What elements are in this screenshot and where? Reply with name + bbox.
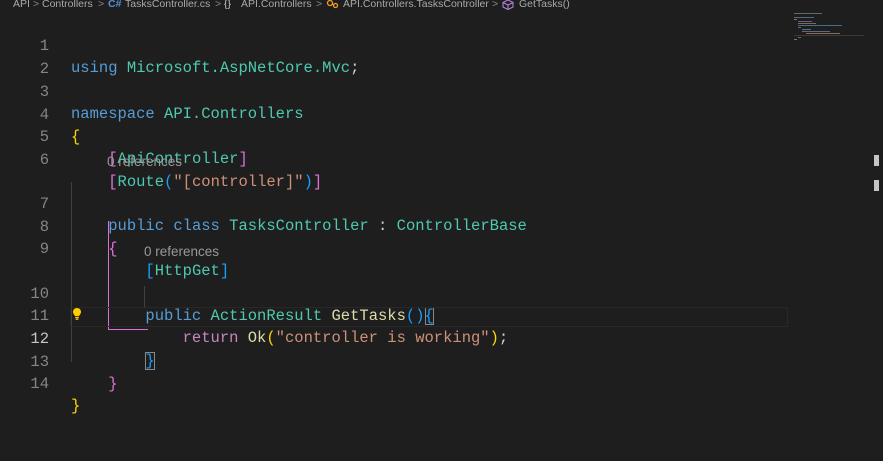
csharp-file-icon: C# [108,0,122,10]
breadcrumb-item-file[interactable]: TasksController.cs [125,0,210,10]
minimap-line [798,27,801,28]
class-icon [326,0,339,11]
chevron-right-icon: > [316,0,323,10]
minimap-line [794,19,797,20]
scrollbar-marker[interactable] [874,155,879,166]
code-token: } [108,375,118,393]
minimap-line [794,13,822,14]
minimap[interactable] [792,11,864,51]
code-token: { [108,240,118,258]
code-line: 7 public class TasksController : Control… [0,171,790,235]
minimap-line [802,29,811,30]
breadcrumb-item-method[interactable]: GetTasks() [519,0,570,10]
code-line: 3 namespace API.Controllers [0,59,790,123]
minimap-line [798,37,801,38]
namespace-braces-icon: {} [224,0,232,10]
minimap-line [798,23,816,24]
method-cube-icon [502,0,514,11]
breadcrumb-item-controllers[interactable]: Controllers [42,0,93,10]
breadcrumb-item-namespace[interactable]: API.Controllers [241,0,312,10]
code-line: 4 { [0,82,790,146]
code-line: 6 [Route("[controller]")] [0,127,790,191]
line-number: 6 [39,151,49,169]
code-line: 11 return Ok("controller is working"); [0,283,790,347]
minimap-line [806,33,840,34]
minimap-line [794,35,864,36]
code-line: 13 } [0,329,790,393]
line-number: 14 [30,375,49,393]
code-line: 8 { [0,194,790,258]
code-line: 12 } [0,306,790,370]
minimap-line [794,17,814,18]
code-line: 1 using Microsoft.AspNetCore.Mvc; [0,13,790,77]
code-line: 2 [0,36,790,78]
code-line: 5 [ApiController] [0,104,790,168]
code-editor[interactable]: 1 using Microsoft.AspNetCore.Mvc; 2 3 na… [0,11,883,461]
chevron-right-icon: > [215,0,222,10]
code-line: 10 public ActionResult GetTasks(){ [0,261,790,325]
breadcrumb-item-api[interactable]: API [13,0,30,10]
codelens-references[interactable]: 0 references [144,242,219,262]
code-token: ] [238,150,248,168]
chevron-right-icon: > [98,0,105,10]
code-token: } [71,397,81,415]
chevron-right-icon: > [33,0,40,10]
breadcrumb-item-class[interactable]: API.Controllers.TasksController [343,0,489,10]
minimap-line [798,25,842,26]
minimap-line [798,21,812,22]
line-number: 9 [39,240,49,258]
code-line: 14 } [0,351,790,415]
chevron-right-icon: > [492,0,499,10]
scrollbar-marker[interactable] [874,180,879,191]
minimap-line [802,31,830,32]
breadcrumb: API > Controllers > C# TasksController.c… [0,0,883,11]
lightbulb-icon[interactable] [72,307,82,321]
codelens-references[interactable]: 0 references [107,152,182,172]
minimap-line [794,39,797,40]
code-line: 9 [HttpGet] [0,216,790,280]
